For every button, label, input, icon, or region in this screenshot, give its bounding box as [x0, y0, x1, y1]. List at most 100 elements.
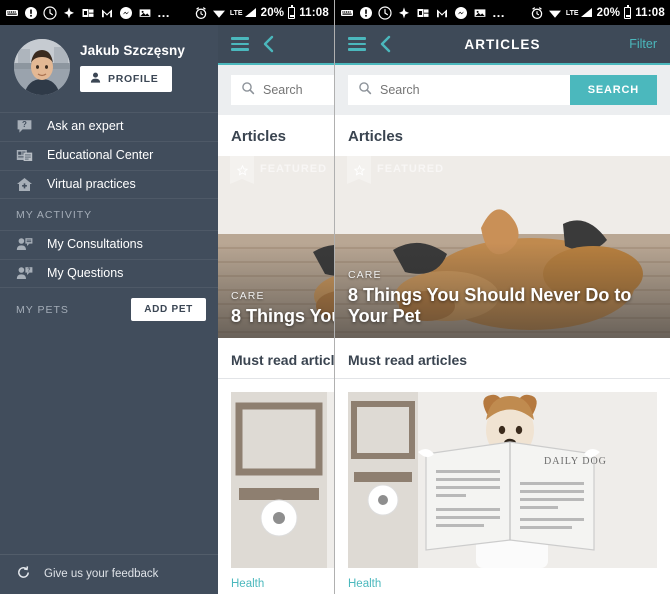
mustread-card-category-left: Health — [231, 578, 265, 590]
gmail-icon — [100, 6, 114, 20]
mustread-heading-right: Must read articles — [335, 338, 670, 379]
mustread-list-right: DAILY DOG Health Constipation in Dogs 10… — [335, 392, 670, 594]
user-avatar[interactable] — [14, 39, 70, 95]
filter-button[interactable]: Filter — [629, 37, 657, 51]
featured-badge-label-left: FEATURED — [260, 163, 328, 175]
chevron-left-icon[interactable] — [379, 35, 392, 53]
profile-info: Jakub Szczęsny PROFILE — [80, 43, 185, 92]
chevron-left-icon[interactable] — [262, 35, 275, 53]
hamburger-icon[interactable] — [348, 37, 366, 51]
sidebar-item-label: Virtual practices — [47, 177, 136, 191]
status-icons-right: LTE 20% 11:08 — [194, 4, 329, 20]
articles-content-left: Articles FEATURED CARE 8 Things Yo Must … — [218, 115, 334, 594]
mustread-heading-left: Must read articles — [218, 338, 334, 379]
search-input-left[interactable] — [263, 83, 334, 97]
articles-section-title-right: Articles — [348, 128, 404, 145]
keyboard-icon — [5, 6, 19, 20]
messenger-icon — [119, 6, 133, 20]
news-cards-icon — [16, 147, 33, 164]
alarm-icon — [530, 6, 544, 20]
sparkle-icon — [62, 6, 76, 20]
section-my-pets-label: MY PETS — [16, 303, 69, 316]
search-icon — [358, 81, 372, 100]
primary-menu: ? Ask an expert Educational Center Virtu… — [0, 111, 218, 198]
gmail-icon — [435, 6, 449, 20]
svg-text:DAILY DOG: DAILY DOG — [544, 456, 607, 467]
sidebar-item-my-questions[interactable]: ? My Questions — [0, 258, 218, 287]
clock-time: 11:08 — [635, 6, 665, 19]
wifi-icon — [548, 6, 562, 20]
feedback-link[interactable]: Give us your feedback — [0, 554, 218, 594]
search-box-right[interactable] — [348, 75, 570, 105]
profile-button-label: PROFILE — [108, 72, 159, 85]
sidebar-item-virtual-practices[interactable]: Virtual practices — [0, 169, 218, 198]
feedback-label: Give us your feedback — [44, 568, 159, 580]
outlook-icon — [416, 6, 430, 20]
app-bar-left — [218, 25, 334, 65]
dual-screenshot-wrap: … LTE 20% 11:08 Search Articles FEATURED… — [0, 0, 670, 594]
section-my-activity: MY ACTIVITY — [0, 198, 218, 229]
home-plus-icon — [16, 176, 33, 193]
mustread-card-image-right[interactable]: DAILY DOG — [348, 392, 657, 568]
featured-article-card-right[interactable]: FEATURED CARE 8 Things You Should Never … — [335, 156, 670, 338]
svg-text:?: ? — [22, 120, 27, 129]
keyboard-icon — [340, 6, 354, 20]
sparkle-icon — [397, 6, 411, 20]
profile-block[interactable]: Jakub Szczęsny PROFILE — [0, 25, 218, 111]
profile-name: Jakub Szczęsny — [80, 42, 185, 58]
status-icons-left: … — [5, 6, 194, 20]
status-bar-right: … LTE 20% 11:08 — [335, 0, 670, 25]
sidebar-item-ask-an-expert[interactable]: ? Ask an expert — [0, 111, 218, 140]
section-my-pets: MY PETS ADD PET — [0, 287, 218, 329]
status-overflow-icon: … — [492, 4, 507, 20]
status-overflow-icon: … — [157, 4, 172, 20]
person-icon — [90, 72, 101, 86]
app-content-left: Articles — [218, 25, 334, 594]
search-button[interactable]: SEARCH — [569, 75, 657, 105]
alarm-icon — [194, 6, 208, 20]
status-bar-left: … LTE 20% 11:08 — [0, 0, 334, 25]
hero-text-right: CARE 8 Things You Should Never Do to You… — [348, 269, 657, 327]
lte-signal-icon: LTE — [566, 7, 593, 18]
section-my-activity-label: MY ACTIVITY — [16, 209, 93, 221]
hamburger-icon[interactable] — [231, 37, 249, 51]
activity-menu: My Consultations ? My Questions — [0, 229, 218, 287]
battery-icon — [624, 4, 632, 19]
mustread-list-left: DAILY DOG Health Constipation in Dogs 10… — [218, 392, 334, 594]
sidebar-item-my-consultations[interactable]: My Consultations — [0, 229, 218, 258]
app-bar-right: ARTICLES Filter — [335, 25, 670, 65]
mustread-card-image-left[interactable]: DAILY DOG — [231, 392, 334, 568]
app-content-right: ARTICLES Filter SEARCH Articles — [335, 25, 670, 594]
clock-time: 11:08 — [299, 6, 329, 19]
battery-icon — [288, 4, 296, 19]
search-input-right[interactable] — [380, 83, 560, 97]
featured-article-card-left[interactable]: FEATURED CARE 8 Things You Should Never … — [218, 156, 334, 338]
profile-button[interactable]: PROFILE — [80, 65, 173, 92]
hero-text-left: CARE 8 Things You Should Never Do to You… — [231, 289, 334, 327]
question-bubble-icon: ? — [16, 118, 33, 135]
hero-title-left: 8 Things You Should Never Do to Your Pet — [231, 305, 334, 326]
device-left: … LTE 20% 11:08 Search Articles FEATURED… — [0, 0, 335, 594]
clock-badge-icon — [43, 5, 57, 20]
hero-category-left: CARE — [231, 289, 265, 302]
search-row-right: SEARCH — [335, 65, 670, 115]
refresh-icon — [16, 565, 31, 583]
clock-badge-icon — [378, 5, 392, 20]
wifi-icon — [212, 6, 226, 20]
add-pet-button[interactable]: ADD PET — [131, 298, 206, 321]
battery-percent: 20% — [260, 6, 285, 19]
status-icons-left-right: … — [340, 6, 530, 20]
battery-percent: 20% — [596, 6, 621, 19]
articles-content-right: Articles FEATURED CARE 8 Things You Shou… — [335, 115, 670, 594]
search-row-left — [218, 65, 334, 115]
sidebar-item-educational-center[interactable]: Educational Center — [0, 140, 218, 169]
sidebar-item-label: My Consultations — [47, 237, 143, 251]
alert-icon — [24, 6, 38, 20]
status-icons-right-right: LTE 20% 11:08 — [530, 4, 665, 20]
search-box-left[interactable] — [231, 75, 334, 105]
messenger-icon — [454, 6, 468, 20]
gallery-icon — [138, 6, 152, 20]
sidebar-item-label: Educational Center — [47, 148, 154, 162]
search-icon — [241, 81, 255, 100]
sidebar-item-label: Ask an expert — [47, 119, 124, 133]
